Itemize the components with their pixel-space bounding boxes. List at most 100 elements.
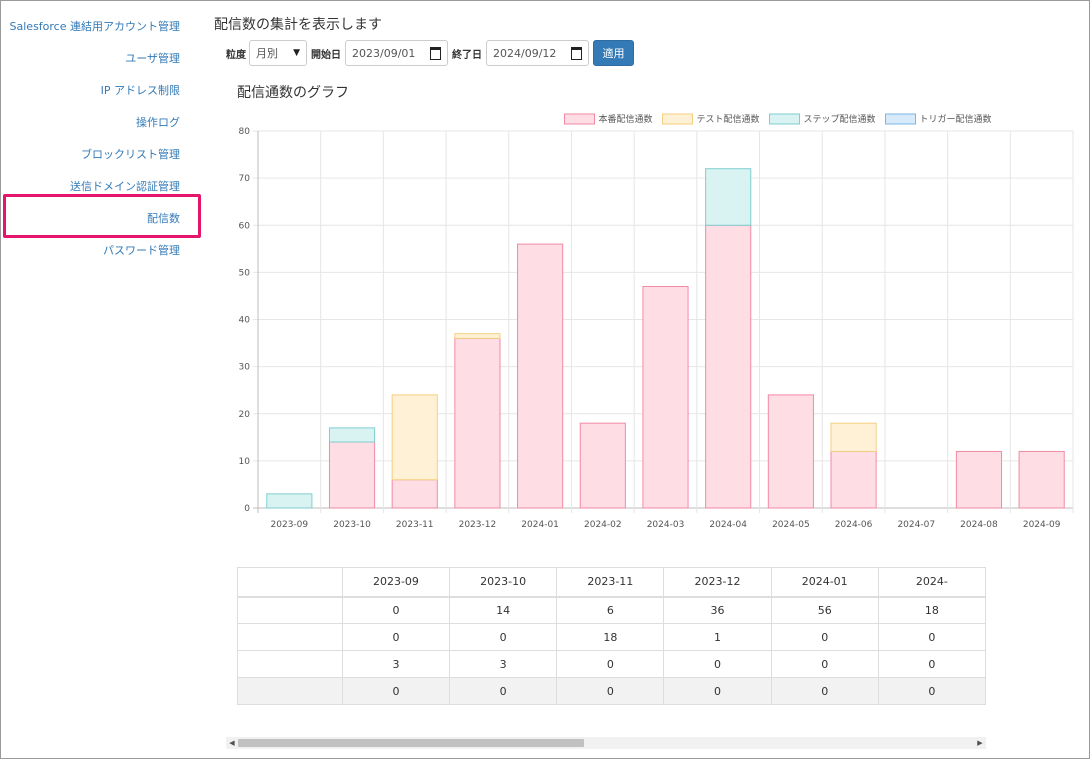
chart-title: 配信通数のグラフ <box>237 85 349 101</box>
table-row: 3 3 0 0 0 0 <box>237 650 986 678</box>
table-cell: 0 <box>877 677 986 705</box>
end-date-input[interactable]: 2024/09/12 <box>486 40 589 66</box>
bar-segment <box>767 394 814 509</box>
table-cell: 0 <box>556 677 665 705</box>
y-tick-label: 70 <box>239 174 251 184</box>
table-cell: 18 <box>556 623 665 651</box>
y-tick-label: 60 <box>239 221 251 231</box>
y-tick-label: 10 <box>239 457 251 467</box>
bar-segment <box>830 450 877 509</box>
x-tick-label: 2023-09 <box>271 520 309 530</box>
legend-swatch <box>885 113 916 125</box>
table-header-cell: 2024-01 <box>770 567 879 598</box>
granularity-select[interactable]: 月別 ▼ <box>249 40 307 66</box>
y-tick-label: 0 <box>244 504 250 514</box>
y-tick-label: 40 <box>239 316 251 326</box>
bar-segment <box>955 450 1003 509</box>
x-tick-label: 2024-03 <box>647 520 685 530</box>
x-tick-label: 2024-08 <box>960 520 998 530</box>
chart-y-axis: 0 10 20 30 40 50 60 70 80 <box>239 127 251 514</box>
data-table-container[interactable]: 2023-09 2023-10 2023-11 2023-12 2024-01 … <box>237 567 986 712</box>
table-cell: 0 <box>449 677 558 705</box>
bar-segment <box>391 394 438 481</box>
legend-swatch <box>564 113 595 125</box>
calendar-icon[interactable] <box>571 46 582 60</box>
y-tick-label: 20 <box>239 410 251 420</box>
x-tick-label: 2023-11 <box>396 520 434 530</box>
table-header-row: 2023-09 2023-10 2023-11 2023-12 2024-01 … <box>237 567 986 598</box>
sidebar-item-salesforce-account[interactable]: Salesforce 連結用アカウント管理 <box>10 18 180 34</box>
page-title: 配信数の集計を表示します <box>214 17 382 33</box>
sidebar-item-users[interactable]: ユーザ管理 <box>125 50 180 66</box>
granularity-value: 月別 <box>256 47 278 60</box>
legend-swatch <box>769 113 800 125</box>
scroll-right-icon[interactable]: ▶ <box>974 737 986 749</box>
granularity-label: 粒度 <box>226 50 246 61</box>
start-date-label: 開始日 <box>311 50 341 61</box>
table-header-cell: 2023-12 <box>663 567 772 598</box>
chart-legend: 本番配信通数 テスト配信通数 ステップ配信通数 トリガー配信通数 <box>564 113 992 125</box>
chevron-down-icon: ▼ <box>293 48 300 58</box>
table-row: 0 0 0 0 0 0 <box>237 677 986 705</box>
table-cell: 56 <box>770 596 879 624</box>
start-date-input[interactable]: 2023/09/01 <box>345 40 448 66</box>
legend-label: トリガー配信通数 <box>920 113 992 125</box>
table-cell: 1 <box>663 623 772 651</box>
table-cell: 0 <box>341 596 451 624</box>
legend-label: 本番配信通数 <box>599 113 653 125</box>
table-cell <box>237 677 343 705</box>
delivery-chart: 本番配信通数 テスト配信通数 ステップ配信通数 トリガー配信通数 0 10 20 30 40 5… <box>239 113 1074 530</box>
bar-segment <box>454 337 501 509</box>
table-cell: 3 <box>449 650 558 678</box>
bar-segment <box>391 479 438 509</box>
x-tick-label: 2024-02 <box>584 520 622 530</box>
bar-segment <box>1018 450 1065 509</box>
x-tick-label: 2024-01 <box>521 520 559 530</box>
table-row: 0 14 6 36 56 18 <box>237 596 986 624</box>
table-cell <box>237 650 343 678</box>
bar-segment <box>454 333 501 339</box>
apply-button[interactable]: 適用 <box>593 40 634 66</box>
legend-label: ステップ配信通数 <box>804 113 876 125</box>
table-cell: 14 <box>449 596 558 624</box>
table-cell <box>237 596 343 624</box>
selection-highlight <box>3 194 201 238</box>
bar-segment <box>830 422 877 452</box>
bar-segment <box>266 493 313 509</box>
table-cell: 18 <box>877 596 986 624</box>
scroll-left-icon[interactable]: ◀ <box>226 737 238 749</box>
table-header-cell <box>237 567 343 598</box>
sidebar-item-password[interactable]: パスワード管理 <box>103 242 180 258</box>
x-tick-label: 2023-10 <box>333 520 371 530</box>
table-cell: 6 <box>556 596 665 624</box>
table-header-cell: 2023-11 <box>556 567 665 598</box>
y-tick-label: 50 <box>239 268 251 278</box>
sidebar-item-operation-log[interactable]: 操作ログ <box>136 114 180 130</box>
table-cell: 0 <box>770 650 879 678</box>
table-cell <box>237 623 343 651</box>
table-header-cell: 2023-09 <box>341 567 451 598</box>
table-header-cell: 2023-10 <box>449 567 558 598</box>
table-cell: 3 <box>341 650 451 678</box>
table-cell: 0 <box>877 650 986 678</box>
bar-segment <box>328 441 376 509</box>
table-cell: 0 <box>341 623 451 651</box>
bar-segment <box>705 168 752 226</box>
table-header-cell: 2024- <box>877 567 986 598</box>
bar-segment <box>642 286 689 509</box>
chart-x-axis: 2023-09 2023-10 2023-11 2023-12 2024-01 2024-… <box>271 520 1061 530</box>
sidebar-item-domain-auth[interactable]: 送信ドメイン認証管理 <box>70 178 180 194</box>
x-tick-label: 2024-06 <box>835 520 873 530</box>
sidebar-item-ip-restriction[interactable]: IP アドレス制限 <box>101 82 180 98</box>
horizontal-scrollbar[interactable]: ◀ ▶ <box>226 737 986 749</box>
table-cell: 0 <box>877 623 986 651</box>
calendar-icon[interactable] <box>430 46 441 60</box>
bar-segment <box>579 422 626 509</box>
table-cell: 36 <box>663 596 772 624</box>
scrollbar-thumb[interactable] <box>238 739 584 747</box>
sidebar-item-blocklist[interactable]: ブロックリスト管理 <box>81 146 180 162</box>
x-tick-label: 2024-04 <box>709 520 747 530</box>
end-date-value: 2024/09/12 <box>493 46 557 60</box>
bar-segment <box>328 427 376 443</box>
table-cell: 0 <box>341 677 451 705</box>
